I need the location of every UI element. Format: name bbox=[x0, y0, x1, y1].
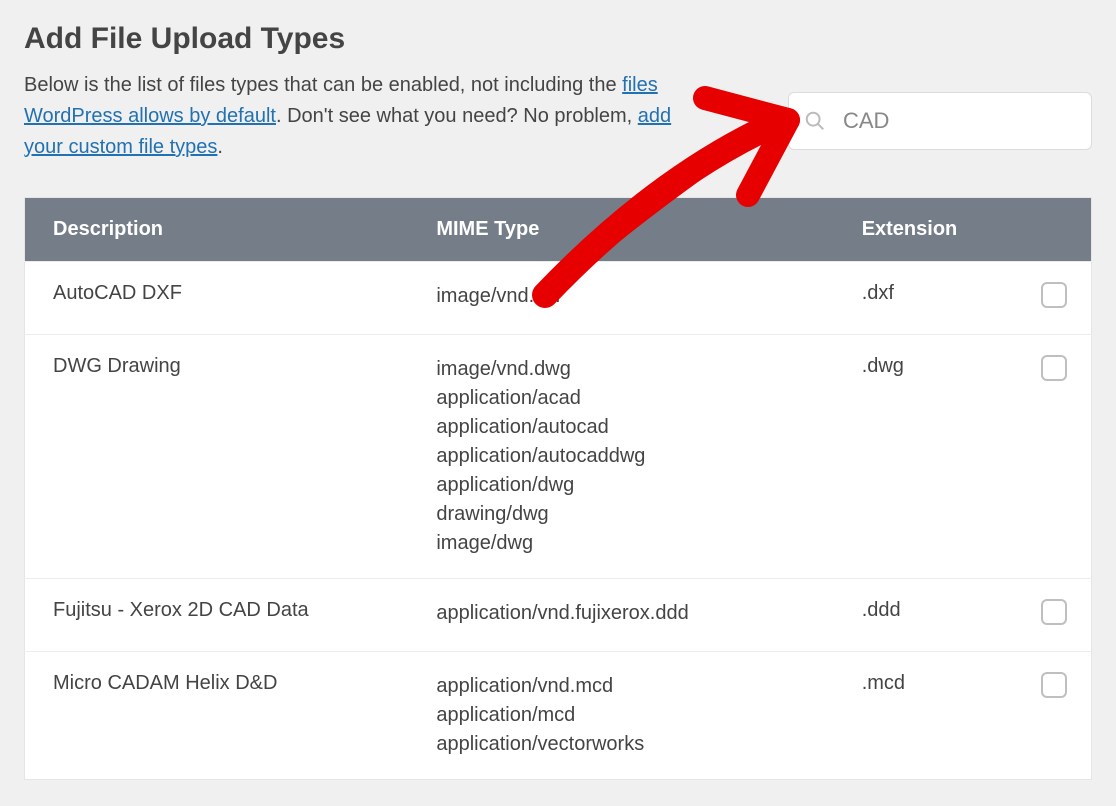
mime-line: image/dwg bbox=[436, 529, 805, 558]
cell-description: Fujitsu - Xerox 2D CAD Data bbox=[25, 579, 409, 652]
col-header-mime: MIME Type bbox=[408, 198, 833, 262]
cell-extension: .mcd bbox=[834, 652, 1010, 780]
cell-mime: application/vnd.fujixerox.ddd bbox=[408, 579, 833, 652]
search-wrap bbox=[788, 92, 1092, 150]
cell-extension: .dxf bbox=[834, 262, 1010, 335]
cell-mime: image/vnd.dxf bbox=[408, 262, 833, 335]
cell-description: Micro CADAM Helix D&D bbox=[25, 652, 409, 780]
cell-mime: image/vnd.dwgapplication/acadapplication… bbox=[408, 335, 833, 579]
mime-line: image/vnd.dwg bbox=[436, 355, 805, 384]
table-row: Micro CADAM Helix D&Dapplication/vnd.mcd… bbox=[25, 652, 1092, 780]
cell-checkbox bbox=[1010, 652, 1091, 780]
search-icon bbox=[804, 110, 826, 132]
mime-line: application/autocad bbox=[436, 413, 805, 442]
table-row: Fujitsu - Xerox 2D CAD Data application/v… bbox=[25, 579, 1092, 652]
col-header-checkbox bbox=[1010, 198, 1091, 262]
col-header-description: Description bbox=[25, 198, 409, 262]
intro-text-part: . bbox=[217, 136, 223, 158]
intro-text: Below is the list of files types that ca… bbox=[24, 70, 704, 163]
enable-checkbox[interactable] bbox=[1041, 599, 1067, 625]
table-row: DWG Drawingimage/vnd.dwgapplication/acad… bbox=[25, 335, 1092, 579]
cell-checkbox bbox=[1010, 579, 1091, 652]
cell-extension: .dwg bbox=[834, 335, 1010, 579]
mime-line: application/dwg bbox=[436, 471, 805, 500]
mime-line: drawing/dwg bbox=[436, 500, 805, 529]
mime-line: application/vectorworks bbox=[436, 730, 805, 759]
col-header-extension: Extension bbox=[834, 198, 1010, 262]
mime-line: application/vnd.mcd bbox=[436, 672, 805, 701]
cell-mime: application/vnd.mcdapplication/mcdapplic… bbox=[408, 652, 833, 780]
cell-checkbox bbox=[1010, 335, 1091, 579]
cell-description: AutoCAD DXF bbox=[25, 262, 409, 335]
mime-line: image/vnd.dxf bbox=[436, 282, 805, 311]
cell-extension: .ddd bbox=[834, 579, 1010, 652]
intro-text-part: . Don't see what you need? No problem, bbox=[276, 105, 638, 127]
mime-line: application/mcd bbox=[436, 701, 805, 730]
mime-line: application/vnd.fujixerox.ddd bbox=[436, 599, 805, 628]
cell-checkbox bbox=[1010, 262, 1091, 335]
mime-line: application/acad bbox=[436, 384, 805, 413]
intro-text-part: Below is the list of files types that ca… bbox=[24, 74, 622, 96]
page-title: Add File Upload Types bbox=[24, 22, 1092, 56]
enable-checkbox[interactable] bbox=[1041, 355, 1067, 381]
search-input[interactable] bbox=[788, 92, 1092, 150]
cell-description: DWG Drawing bbox=[25, 335, 409, 579]
enable-checkbox[interactable] bbox=[1041, 672, 1067, 698]
file-types-table: Description MIME Type Extension AutoCAD … bbox=[24, 197, 1092, 780]
enable-checkbox[interactable] bbox=[1041, 282, 1067, 308]
mime-line: application/autocaddwg bbox=[436, 442, 805, 471]
table-row: AutoCAD DXF image/vnd.dxf .dxf bbox=[25, 262, 1092, 335]
